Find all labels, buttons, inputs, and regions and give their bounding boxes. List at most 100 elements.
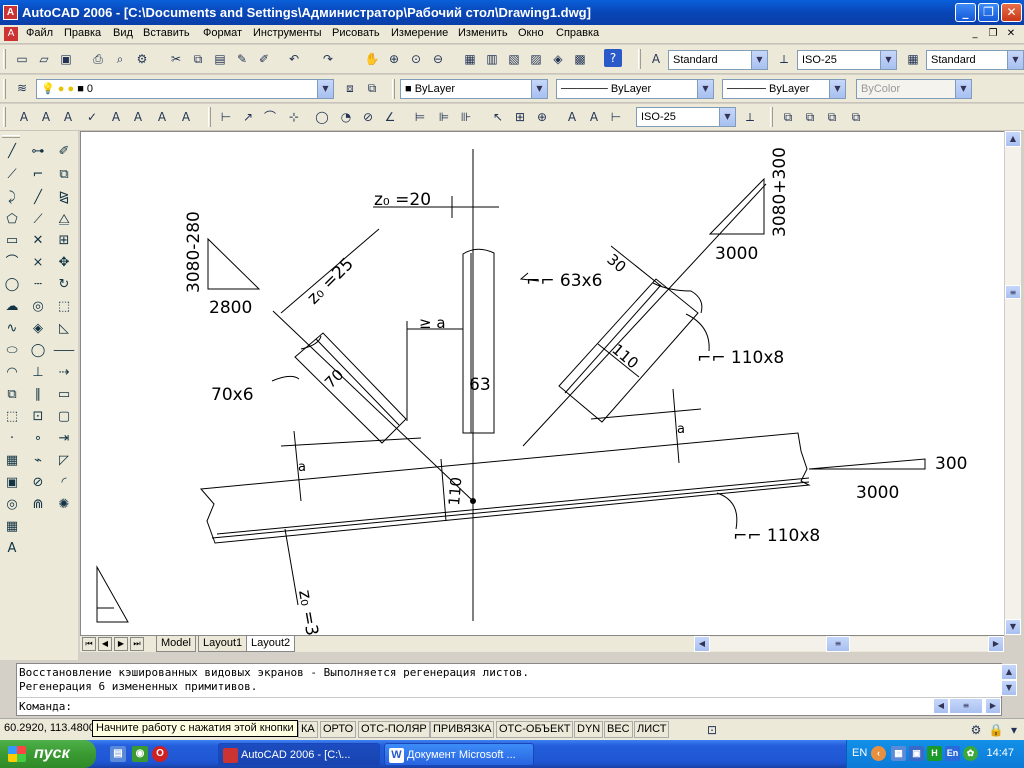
lineweight-select[interactable]: ───── ByLayer ▼: [722, 79, 846, 99]
ellipse-arc-icon[interactable]: ◠: [1, 362, 23, 384]
quick-leader-icon[interactable]: ↖: [488, 107, 508, 127]
task-word[interactable]: W Документ Microsoft ...: [384, 743, 534, 766]
dim-style-manager-icon[interactable]: ⟂: [740, 107, 760, 127]
copy-object-icon[interactable]: ⧉: [53, 164, 75, 186]
explode-icon[interactable]: ✺: [53, 494, 75, 516]
snap-quadrant-icon[interactable]: ◈: [27, 318, 49, 340]
plot-preview-icon[interactable]: ⌕: [110, 49, 130, 69]
paste-icon[interactable]: ▤: [210, 49, 230, 69]
break-icon[interactable]: ▢: [53, 406, 75, 428]
task-autocad[interactable]: AutoCAD 2006 - [C:\...: [218, 743, 380, 766]
status-otrack-button[interactable]: ОТС-ОБЪЕКТ: [496, 721, 574, 738]
point-icon[interactable]: ·: [1, 428, 23, 450]
draworder-above-icon[interactable]: ⧉: [822, 107, 842, 127]
snap-endpoint-icon[interactable]: ╱: [27, 187, 49, 209]
horizontal-scrollbar[interactable]: ≡: [710, 636, 988, 652]
trim-icon[interactable]: ⸺: [53, 340, 75, 362]
revision-cloud-icon[interactable]: ☁: [1, 296, 23, 318]
markup-icon[interactable]: ◈: [548, 49, 568, 69]
fillet-icon[interactable]: ◜: [53, 472, 75, 494]
dropdown-arrow-icon[interactable]: ▼: [1007, 51, 1023, 69]
snap-from-icon[interactable]: ⌐: [27, 164, 49, 186]
justify-text-icon[interactable]: A: [176, 107, 196, 127]
vertical-scrollbar[interactable]: ▲ ≡ ▼: [1004, 131, 1021, 635]
status-ortho-button[interactable]: ОРТО: [320, 721, 357, 738]
insert-block-icon[interactable]: ⧉: [1, 384, 23, 406]
snap-temp-icon[interactable]: ⊶: [27, 141, 49, 163]
break-point-icon[interactable]: ▭: [53, 384, 75, 406]
multiline-text-icon[interactable]: A: [14, 107, 34, 127]
publish-icon[interactable]: ⚙: [132, 49, 152, 69]
zoom-realtime-icon[interactable]: ⊕: [384, 49, 404, 69]
ellipse-icon[interactable]: ⬭: [1, 340, 23, 362]
dropdown-arrow-icon[interactable]: ▼: [719, 108, 735, 126]
zoom-window-icon[interactable]: ⊙: [406, 49, 426, 69]
status-osnap-button[interactable]: ПРИВЯЗКА: [430, 721, 495, 738]
toolbar-grip[interactable]: [770, 107, 773, 127]
angular-dim-icon[interactable]: ∠: [380, 107, 400, 127]
dropdown-arrow-icon[interactable]: ▼: [751, 51, 767, 69]
tray-network-icon[interactable]: ▦: [891, 746, 906, 761]
diameter-dim-icon[interactable]: ⊘: [358, 107, 378, 127]
dim-style-icon[interactable]: ⟂: [774, 49, 794, 69]
status-menu-icon[interactable]: ▾: [1004, 720, 1024, 740]
table-style-select[interactable]: Standard ▼: [926, 50, 1024, 70]
snap-midpoint-icon[interactable]: ⟋: [27, 209, 49, 231]
communication-center-icon[interactable]: ⚙: [966, 720, 986, 740]
line-icon[interactable]: ╱: [1, 141, 23, 163]
plot-icon[interactable]: ⎙: [88, 49, 108, 69]
text-style-icon[interactable]: A: [646, 49, 666, 69]
dim-style-select-2[interactable]: ISO-25 ▼: [636, 107, 736, 127]
tab-layout2[interactable]: Layout2: [246, 636, 296, 652]
cmd-scroll-up-icon[interactable]: ▲: [1001, 664, 1017, 680]
prev-tab-icon[interactable]: ◀: [98, 637, 112, 651]
scroll-up-icon[interactable]: ▲: [1005, 131, 1021, 147]
snap-intersection-icon[interactable]: ✕: [27, 230, 49, 252]
tolerance-icon[interactable]: ⊞: [510, 107, 530, 127]
snap-parallel-icon[interactable]: ∥: [27, 384, 49, 406]
minimize-button[interactable]: _: [955, 3, 976, 22]
menu-help[interactable]: Справка: [556, 27, 599, 39]
toolbar-grip[interactable]: [3, 107, 6, 127]
doc-minimize-icon[interactable]: _: [968, 27, 982, 41]
linear-dim-icon[interactable]: ⊢: [216, 107, 236, 127]
snap-perpendicular-icon[interactable]: ⊥: [27, 362, 49, 384]
center-mark-icon[interactable]: ⊕: [532, 107, 552, 127]
hscroll-thumb[interactable]: ≡: [826, 636, 850, 652]
menu-edit[interactable]: Правка: [64, 27, 101, 39]
scroll-down-icon[interactable]: ▼: [1005, 619, 1021, 635]
spline-icon[interactable]: ∿: [1, 318, 23, 340]
hscroll-left-icon[interactable]: ◀: [694, 636, 710, 652]
jogged-dim-icon[interactable]: ◔: [336, 107, 356, 127]
find-icon[interactable]: A: [106, 107, 126, 127]
tray-expand-icon[interactable]: ‹: [871, 746, 886, 761]
last-tab-icon[interactable]: ⏭: [130, 637, 144, 651]
dropdown-arrow-icon[interactable]: ▼: [880, 51, 896, 69]
construction-line-icon[interactable]: ⟋: [1, 164, 23, 186]
quick-dim-icon[interactable]: ⊨: [410, 107, 430, 127]
snap-nearest-icon[interactable]: ⌁: [27, 450, 49, 472]
dropdown-arrow-icon[interactable]: ▼: [697, 80, 713, 98]
cut-icon[interactable]: ✂: [166, 49, 186, 69]
scale-icon[interactable]: ⬚: [53, 296, 75, 318]
color-select[interactable]: ■ ByLayer ▼: [400, 79, 548, 99]
draworder-back-icon[interactable]: ⧉: [800, 107, 820, 127]
snap-extension-icon[interactable]: ┄: [27, 274, 49, 296]
menu-format[interactable]: Формат: [203, 27, 242, 39]
scale-text-icon[interactable]: A: [152, 107, 172, 127]
tool-palettes-icon[interactable]: ▧: [504, 49, 524, 69]
redo-icon[interactable]: ↷: [318, 49, 338, 69]
quicklaunch-desktop-icon[interactable]: ◉: [132, 746, 148, 762]
table-style-icon[interactable]: ▦: [903, 49, 923, 69]
cmd-scroll-down-icon[interactable]: ▼: [1001, 680, 1017, 696]
snap-insert-icon[interactable]: ⊡: [27, 406, 49, 428]
menu-dimension[interactable]: Измерение: [391, 27, 448, 39]
single-line-text-icon[interactable]: A: [36, 107, 56, 127]
status-dyn-button[interactable]: DYN: [574, 721, 604, 738]
tray-antivirus-icon[interactable]: ✿: [963, 746, 978, 761]
palette-grip[interactable]: [2, 135, 20, 138]
cmd-hscroll-thumb[interactable]: ≡: [949, 698, 983, 714]
array-icon[interactable]: ⊞: [53, 230, 75, 252]
draworder-under-icon[interactable]: ⧉: [846, 107, 866, 127]
tab-model[interactable]: Model: [156, 636, 196, 652]
